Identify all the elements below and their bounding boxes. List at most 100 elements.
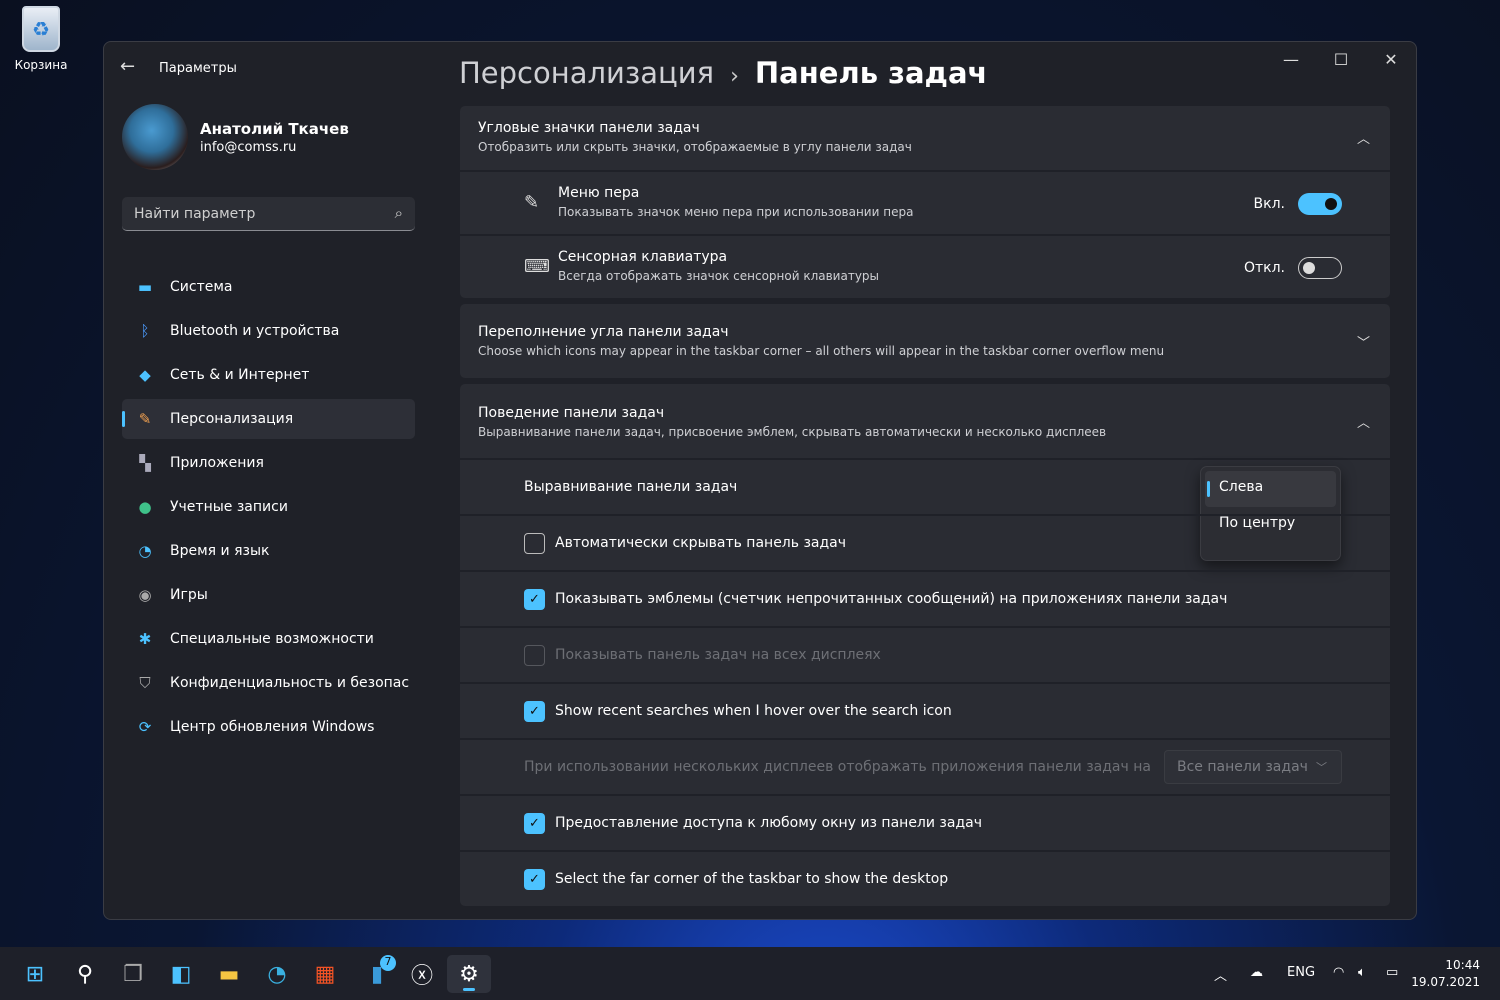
sidebar-item-label: Специальные возможности [170, 631, 374, 647]
show-desktop-row[interactable]: ✓ Select the far corner of the taskbar to… [460, 850, 1390, 906]
touch-keyboard-toggle[interactable] [1298, 257, 1342, 279]
pen-menu-toggle[interactable] [1298, 193, 1342, 215]
minimize-button[interactable]: — [1276, 50, 1306, 69]
section-subtitle: Choose which icons may appear in the tas… [478, 344, 1165, 358]
edge-icon[interactable]: ◔ [258, 955, 296, 993]
behavior-header[interactable]: Поведение панели задач Выравнивание пане… [460, 384, 1390, 458]
sidebar-item[interactable]: ▚ Приложения [122, 443, 415, 483]
checkbox-checked[interactable]: ✓ [524, 700, 545, 722]
chevron-up-icon[interactable]: ︿ [1357, 412, 1370, 431]
pen-menu-row: ✎ Меню пера Показывать значок меню пера … [460, 170, 1390, 234]
checkbox-checked[interactable]: ✓ [524, 868, 545, 890]
section-title: Угловые значки панели задач [478, 120, 700, 136]
autohide-row[interactable]: Автоматически скрывать панель задач [460, 514, 1390, 570]
search-icon[interactable]: ⌕ [395, 204, 403, 222]
maximize-button[interactable]: ☐ [1326, 50, 1356, 69]
corner-icons-header[interactable]: Угловые значки панели задач Отобразить и… [460, 106, 1390, 170]
onedrive-icon[interactable]: ☁ [1250, 965, 1263, 980]
task-view-icon[interactable]: ❐ [114, 955, 152, 993]
checkbox-label: Предоставление доступа к любому окну из … [555, 815, 982, 831]
battery-icon[interactable]: ▭ [1386, 965, 1398, 980]
checkbox-disabled [524, 644, 545, 666]
breadcrumb-parent[interactable]: Персонализация [459, 56, 714, 90]
chevron-down-icon[interactable]: ﹀ [1357, 332, 1370, 351]
sidebar-item[interactable]: ◔ Время и язык [122, 531, 415, 571]
badges-row[interactable]: ✓ Показывать эмблемы (счетчик непрочитанн… [460, 570, 1390, 626]
bluetooth-icon: ᛒ [140, 322, 150, 340]
settings-icon[interactable]: ⚙ [447, 955, 491, 993]
section-title: Поведение панели задач [478, 405, 665, 421]
section-subtitle: Отобразить или скрыть значки, отображаем… [478, 140, 912, 154]
close-button[interactable]: ✕ [1376, 50, 1406, 69]
chevron-up-icon[interactable]: ︿ [1357, 128, 1370, 147]
sidebar-item[interactable]: ◉ Игры [122, 575, 415, 615]
checkbox-label: Show recent searches when I hover over t… [555, 703, 952, 719]
checkbox-checked[interactable]: ✓ [524, 588, 545, 610]
section-subtitle: Выравнивание панели задач, присвоение эм… [478, 425, 1107, 439]
clock[interactable]: 10:44 19.07.2021 [1411, 957, 1480, 991]
widgets-icon[interactable]: ◧ [162, 955, 200, 993]
overflow-section[interactable]: Переполнение угла панели задач Choose wh… [460, 304, 1390, 378]
accessibility-icon: ✱ [138, 630, 152, 648]
all-displays-row: Показывать панель задач на всех дисплеях [460, 626, 1390, 682]
sidebar-item-label: Учетные записи [170, 499, 288, 515]
search-input[interactable]: Найти параметр ⌕ [122, 197, 415, 231]
checkbox-checked[interactable]: ✓ [524, 812, 545, 834]
recycle-bin-label: Корзина [14, 58, 68, 72]
monitor-icon: ▬ [137, 278, 153, 296]
sidebar-item[interactable]: ◆ Сеть & и Интернет [122, 355, 415, 395]
sidebar-item[interactable]: ✎ Персонализация [122, 399, 415, 439]
xbox-icon[interactable]: ⓧ [403, 955, 441, 993]
share-window-row[interactable]: ✓ Предоставление доступа к любому окну из… [460, 794, 1390, 850]
sidebar-item-label: Персонализация [170, 411, 294, 427]
touch-keyboard-row: ⌨ Сенсорная клавиатура Всегда отображать… [460, 234, 1390, 298]
toggle-state: Вкл. [1253, 196, 1285, 212]
sidebar-item-label: Система [170, 279, 233, 295]
update-icon: ⟳ [138, 718, 152, 736]
sidebar-item-label: Сеть & и Интернет [170, 367, 310, 383]
checkbox-label: Показывать панель задач на всех дисплеях [555, 647, 881, 663]
search-icon[interactable]: ⚲ [66, 955, 104, 993]
gamepad-icon: ◉ [138, 586, 152, 604]
checkbox-label: Показывать эмблемы (счетчик непрочитанны… [555, 591, 1228, 607]
volume-icon[interactable]: 🔈︎ [1358, 965, 1366, 980]
sidebar-nav: ▬ Система ᛒ Bluetooth и устройства ◆ Сеть & и… [122, 267, 415, 751]
alignment-label: Выравнивание панели задач [524, 479, 738, 495]
sidebar-item-label: Конфиденциальность и безопас [170, 675, 410, 691]
shield-icon: ⛉ [139, 674, 151, 692]
sidebar-item[interactable]: ▬ Система [122, 267, 415, 307]
sidebar-item[interactable]: ● Учетные записи [122, 487, 415, 527]
file-explorer-icon[interactable]: ▬ [210, 955, 248, 993]
select-value: Все панели задач [1177, 759, 1308, 775]
breadcrumb: Персонализация › Панель задач [459, 56, 987, 90]
checkbox[interactable] [524, 532, 545, 554]
wifi-icon[interactable]: ◠ [1333, 965, 1344, 980]
settings-window: ← Параметры — ☐ ✕ Анатолий Ткачев info@c… [103, 41, 1417, 920]
chevron-down-icon: ﹀ [1316, 761, 1327, 774]
wifi-icon: ◆ [139, 366, 151, 384]
sidebar-item[interactable]: ⛉ Конфиденциальность и безопас [122, 663, 415, 703]
sidebar-item-label: Центр обновления Windows [170, 719, 375, 735]
option-left[interactable]: Слева [1205, 471, 1336, 507]
sidebar-item[interactable]: ᛒ Bluetooth и устройства [122, 311, 415, 351]
back-button[interactable]: ← [120, 56, 135, 77]
sidebar-item[interactable]: ✱ Специальные возможности [122, 619, 415, 659]
start-icon[interactable]: ⊞ [16, 955, 54, 993]
app-title: Параметры [159, 61, 237, 76]
store-icon[interactable]: ▦ [306, 955, 344, 993]
chevron-up-icon[interactable]: ︿ [1214, 965, 1227, 984]
clock-icon: ◔ [138, 542, 152, 560]
phone-app-icon[interactable]: ▮ 7 [358, 955, 396, 993]
recent-searches-row[interactable]: ✓ Show recent searches when I hover over … [460, 682, 1390, 738]
avatar[interactable] [122, 104, 188, 170]
behavior-section: Поведение панели задач Выравнивание пане… [460, 384, 1390, 906]
recycle-bin[interactable]: ♻ Корзина [10, 6, 72, 72]
user-email: info@comss.ru [200, 140, 297, 155]
language-indicator[interactable]: ENG [1287, 965, 1315, 980]
multi-display-row: При использовании нескольких дисплеев от… [460, 738, 1390, 794]
checkbox-label: Автоматически скрывать панель задач [555, 535, 847, 551]
section-title: Переполнение угла панели задач [478, 324, 729, 340]
sidebar-item-label: Игры [170, 587, 208, 603]
sidebar-item[interactable]: ⟳ Центр обновления Windows [122, 707, 415, 747]
search-placeholder: Найти параметр [134, 206, 256, 222]
